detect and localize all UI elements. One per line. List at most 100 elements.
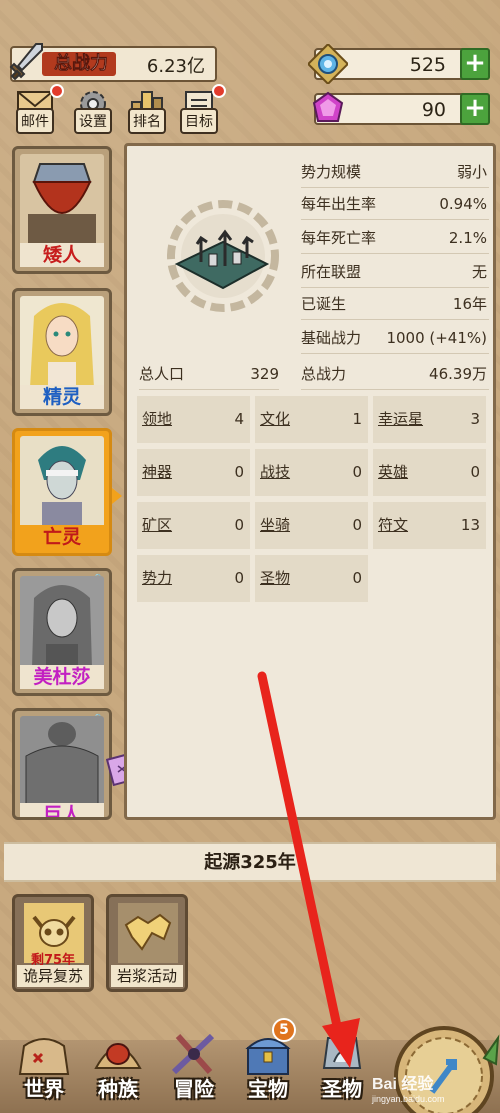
stat-value: 无 bbox=[471, 263, 487, 281]
stat-value: 1000 (+41%) bbox=[386, 329, 487, 347]
epoch-title: 起源325年 bbox=[4, 842, 496, 882]
nav-relic[interactable]: 圣物 bbox=[306, 1028, 378, 1108]
grid-value: 1 bbox=[352, 410, 362, 428]
dwarf-portrait bbox=[20, 154, 104, 246]
settings-label: 设置 bbox=[74, 108, 112, 134]
grid-label: 文化 bbox=[260, 410, 291, 428]
grid-value: 0 bbox=[352, 463, 362, 481]
race-card-undead[interactable]: 亡灵 bbox=[12, 428, 112, 556]
stat-row-birth-rate: 每年出生率 0.94% bbox=[301, 188, 489, 220]
elf-portrait bbox=[20, 296, 104, 388]
stat-row-age: 已诞生 16年 bbox=[301, 288, 489, 320]
baidu-watermark: Bai 经验 jingyan.baidu.com bbox=[372, 1070, 445, 1104]
lava-rock-icon bbox=[118, 903, 178, 963]
stat-row-base-power: 基础战力 1000 (+41%) bbox=[301, 322, 489, 354]
goal-notification-dot bbox=[212, 84, 226, 98]
crystal-resource-bar: 90 + bbox=[312, 91, 490, 125]
population-value: 329 bbox=[250, 365, 279, 383]
stat-value: 16年 bbox=[452, 295, 487, 313]
gem-resource-bar: 525 + bbox=[308, 44, 490, 84]
nav-adventure[interactable]: 冒险 bbox=[158, 1028, 230, 1108]
grid-value: 3 bbox=[470, 410, 480, 428]
medusa-portrait bbox=[20, 576, 104, 668]
grid-label: 圣物 bbox=[260, 569, 291, 587]
grid-cell-rune[interactable]: 符文 13 bbox=[373, 502, 486, 549]
stat-label: 已诞生 bbox=[301, 295, 347, 313]
nav-world[interactable]: 世界 bbox=[8, 1028, 80, 1108]
grid-label: 坐骑 bbox=[260, 516, 291, 534]
grid-cell-hero[interactable]: 英雄 0 bbox=[373, 449, 486, 496]
race-name-elf: 精灵 bbox=[20, 385, 104, 409]
total-power-value: 6.23亿 bbox=[146, 56, 205, 77]
population-label: 总人口 bbox=[139, 365, 185, 383]
add-crystal-button[interactable]: + bbox=[460, 93, 490, 125]
watermark-main: Bai 经验 bbox=[372, 1076, 434, 1093]
race-card-giant[interactable]: 🔒 巨人 bbox=[12, 708, 112, 820]
blue-gem-icon bbox=[308, 44, 348, 84]
mail-button[interactable]: 邮件 bbox=[12, 84, 64, 134]
grid-label: 幸运星 bbox=[378, 410, 424, 428]
stat-row-total-power: 总战力 46.39万 bbox=[301, 358, 489, 390]
watermark-sub: jingyan.baidu.com bbox=[372, 1094, 445, 1104]
goal-button[interactable]: 目标 bbox=[176, 84, 226, 134]
sword-icon bbox=[9, 43, 43, 81]
stat-label: 总战力 bbox=[301, 365, 347, 383]
grid-value: 0 bbox=[470, 463, 480, 481]
nav-race[interactable]: 种族 bbox=[82, 1028, 154, 1108]
race-card-dwarf[interactable]: 矮人 bbox=[12, 146, 112, 274]
grid-value: 4 bbox=[234, 410, 244, 428]
stat-value: 46.39万 bbox=[429, 365, 487, 383]
grid-cell-mount[interactable]: 坐骑 0 bbox=[255, 502, 368, 549]
grid-label: 矿区 bbox=[142, 516, 173, 534]
stat-label: 势力规模 bbox=[301, 163, 362, 181]
grid-cell-mine[interactable]: 矿区 0 bbox=[137, 502, 250, 549]
grid-label: 领地 bbox=[142, 410, 173, 428]
nav-treasure[interactable]: 5 宝物 bbox=[232, 1018, 304, 1108]
event-label: 诡异复苏 bbox=[17, 965, 89, 987]
goal-label: 目标 bbox=[180, 108, 218, 134]
grid-label: 战技 bbox=[260, 463, 291, 481]
grid-cell-territory[interactable]: 领地 4 bbox=[137, 396, 250, 443]
grid-label: 势力 bbox=[142, 569, 173, 587]
undead-portrait bbox=[20, 436, 104, 528]
grid-value: 0 bbox=[234, 463, 244, 481]
total-power-bar[interactable]: 总战力 6.23亿 bbox=[9, 43, 217, 82]
grid-value: 13 bbox=[460, 516, 480, 534]
grid-cell-combat-skill[interactable]: 战技 0 bbox=[255, 449, 368, 496]
nav-label: 圣物 bbox=[322, 1077, 362, 1101]
race-card-medusa[interactable]: 🔒 美杜莎 bbox=[12, 568, 112, 696]
treasure-badge: 5 bbox=[272, 1018, 296, 1042]
giant-portrait bbox=[20, 716, 104, 808]
race-card-elf[interactable]: 精灵 bbox=[12, 288, 112, 416]
grid-cell-faction[interactable]: 势力 0 bbox=[137, 555, 250, 602]
race-name-medusa: 美杜莎 bbox=[20, 665, 104, 689]
grid-cell-artifact[interactable]: 神器 0 bbox=[137, 449, 250, 496]
settings-button[interactable]: 设置 bbox=[70, 88, 116, 134]
population-row: 总人口 329 bbox=[139, 358, 279, 390]
grid-cell-relic[interactable]: 圣物 0 bbox=[255, 555, 368, 602]
mail-notification-dot bbox=[50, 84, 64, 98]
pink-crystal-icon bbox=[312, 91, 344, 122]
event-card-lava-activity[interactable]: 岩浆活动 bbox=[106, 894, 188, 992]
gem-value: 525 bbox=[409, 54, 446, 76]
stat-label: 每年死亡率 bbox=[301, 229, 377, 247]
grid-label: 符文 bbox=[378, 516, 409, 534]
nav-label: 世界 bbox=[24, 1077, 64, 1101]
ranking-button[interactable]: 排名 bbox=[124, 88, 170, 134]
grid-value: 0 bbox=[234, 569, 244, 587]
stat-value: 0.94% bbox=[439, 195, 487, 213]
grid-label: 英雄 bbox=[378, 463, 409, 481]
mail-label: 邮件 bbox=[16, 108, 54, 134]
grid-value: 0 bbox=[352, 569, 362, 587]
grid-cell-lucky-star[interactable]: 幸运星 3 bbox=[373, 396, 486, 443]
stat-value: 弱小 bbox=[456, 163, 487, 181]
nav-label: 宝物 bbox=[248, 1077, 288, 1101]
selected-pointer-icon bbox=[112, 488, 122, 504]
event-card-weird-revival[interactable]: 剩75年 诡异复苏 bbox=[12, 894, 94, 992]
stat-value: 2.1% bbox=[448, 229, 487, 247]
graveyard-emblem-icon bbox=[167, 200, 279, 312]
nav-label: 冒险 bbox=[174, 1077, 214, 1101]
grid-cell-culture[interactable]: 文化 1 bbox=[255, 396, 368, 443]
add-gem-button[interactable]: + bbox=[460, 48, 490, 80]
grid-label: 神器 bbox=[142, 463, 173, 481]
